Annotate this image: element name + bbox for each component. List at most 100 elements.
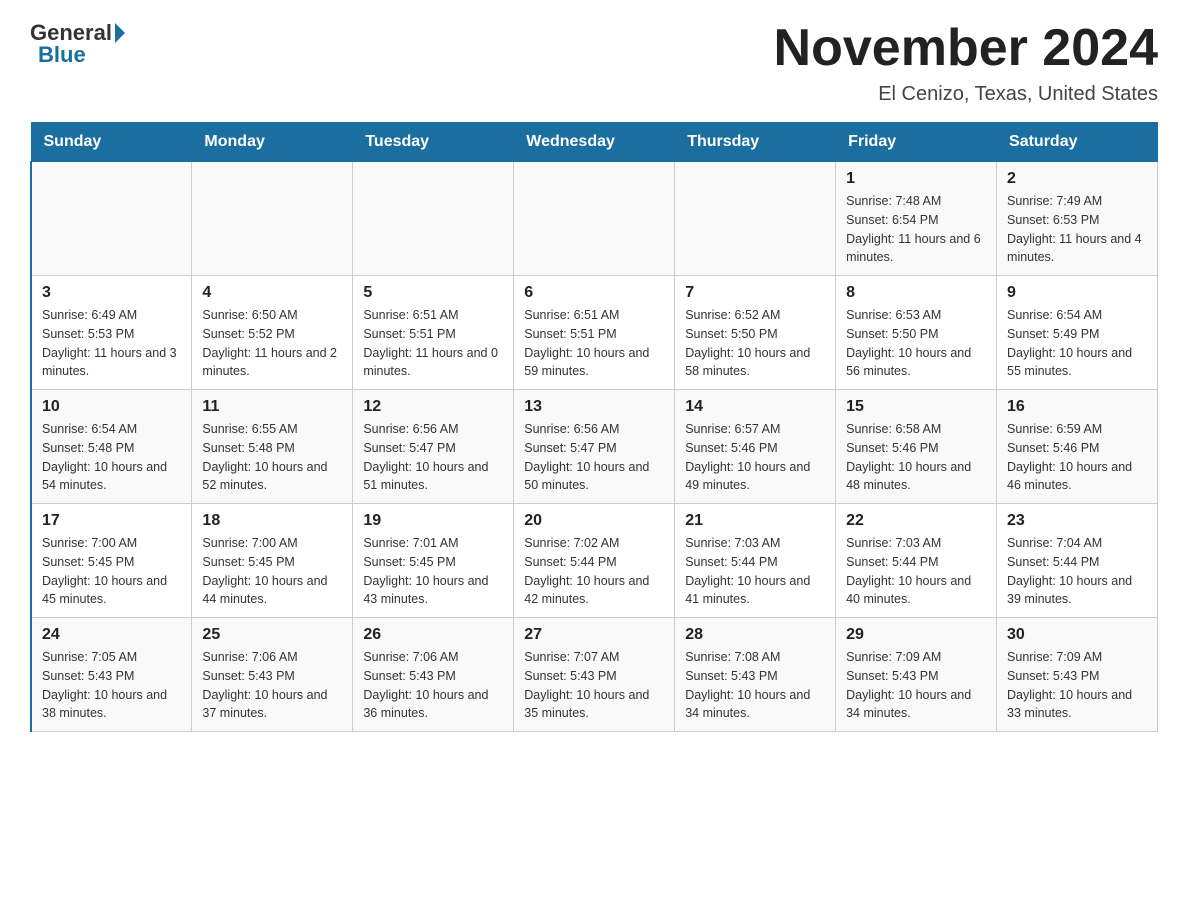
day-number: 10 [42,398,181,416]
day-number: 4 [202,284,342,302]
day-number: 1 [846,170,986,188]
day-info: Sunrise: 6:57 AM Sunset: 5:46 PM Dayligh… [685,420,825,495]
day-number: 11 [202,398,342,416]
day-number: 5 [363,284,503,302]
day-cell: 20 Sunrise: 7:02 AM Sunset: 5:44 PM Dayli… [514,504,675,618]
day-info: Sunrise: 7:05 AM Sunset: 5:43 PM Dayligh… [42,648,181,723]
day-cell [31,162,192,276]
day-number: 7 [685,284,825,302]
day-number: 28 [685,626,825,644]
day-info: Sunrise: 7:09 AM Sunset: 5:43 PM Dayligh… [846,648,986,723]
week-row-2: 3Sunrise: 6:49 AM Sunset: 5:53 PM Daylig… [31,276,1158,390]
day-number: 12 [363,398,503,416]
day-cell: 25Sunrise: 7:06 AM Sunset: 5:43 PM Dayli… [192,618,353,732]
day-cell: 3Sunrise: 6:49 AM Sunset: 5:53 PM Daylig… [31,276,192,390]
day-number: 22 [846,512,986,530]
day-cell: 29 Sunrise: 7:09 AM Sunset: 5:43 PM Dayli… [836,618,997,732]
day-cell: 12 Sunrise: 6:56 AM Sunset: 5:47 PM Dayli… [353,390,514,504]
day-number: 15 [846,398,986,416]
day-info: Sunrise: 7:06 AM Sunset: 5:43 PM Dayligh… [363,648,503,723]
day-cell: 18 Sunrise: 7:00 AM Sunset: 5:45 PM Dayli… [192,504,353,618]
day-number: 6 [524,284,664,302]
weekday-header-monday: Monday [192,123,353,162]
day-cell: 19 Sunrise: 7:01 AM Sunset: 5:45 PM Dayli… [353,504,514,618]
day-cell: 9 Sunrise: 6:54 AM Sunset: 5:49 PM Daylig… [997,276,1158,390]
day-cell: 30 Sunrise: 7:09 AM Sunset: 5:43 PM Dayli… [997,618,1158,732]
day-cell: 17 Sunrise: 7:00 AM Sunset: 5:45 PM Dayli… [31,504,192,618]
day-info: Sunrise: 6:51 AM Sunset: 5:51 PM Dayligh… [363,306,503,381]
day-cell: 21Sunrise: 7:03 AM Sunset: 5:44 PM Dayli… [675,504,836,618]
day-cell: 22 Sunrise: 7:03 AM Sunset: 5:44 PM Dayli… [836,504,997,618]
day-info: Sunrise: 6:55 AM Sunset: 5:48 PM Dayligh… [202,420,342,495]
day-cell: 13 Sunrise: 6:56 AM Sunset: 5:47 PM Dayli… [514,390,675,504]
day-number: 9 [1007,284,1147,302]
day-number: 27 [524,626,664,644]
day-info: Sunrise: 6:59 AM Sunset: 5:46 PM Dayligh… [1007,420,1147,495]
day-number: 20 [524,512,664,530]
day-info: Sunrise: 7:00 AM Sunset: 5:45 PM Dayligh… [202,534,342,609]
day-info: Sunrise: 7:00 AM Sunset: 5:45 PM Dayligh… [42,534,181,609]
day-info: Sunrise: 6:58 AM Sunset: 5:46 PM Dayligh… [846,420,986,495]
day-info: Sunrise: 7:07 AM Sunset: 5:43 PM Dayligh… [524,648,664,723]
day-number: 24 [42,626,181,644]
day-number: 16 [1007,398,1147,416]
day-info: Sunrise: 7:04 AM Sunset: 5:44 PM Dayligh… [1007,534,1147,609]
day-cell: 10 Sunrise: 6:54 AM Sunset: 5:48 PM Dayli… [31,390,192,504]
day-cell: 14 Sunrise: 6:57 AM Sunset: 5:46 PM Dayli… [675,390,836,504]
day-info: Sunrise: 6:53 AM Sunset: 5:50 PM Dayligh… [846,306,986,381]
title-area: November 2024 El Cenizo, Texas, United S… [774,20,1158,106]
day-cell: 11 Sunrise: 6:55 AM Sunset: 5:48 PM Dayli… [192,390,353,504]
day-info: Sunrise: 6:54 AM Sunset: 5:48 PM Dayligh… [42,420,181,495]
day-number: 29 [846,626,986,644]
weekday-header-row: SundayMondayTuesdayWednesdayThursdayFrid… [31,123,1158,162]
day-cell: 24 Sunrise: 7:05 AM Sunset: 5:43 PM Dayli… [31,618,192,732]
day-cell: 23 Sunrise: 7:04 AM Sunset: 5:44 PM Dayli… [997,504,1158,618]
day-number: 23 [1007,512,1147,530]
logo-triangle-icon [115,23,125,43]
day-info: Sunrise: 7:49 AM Sunset: 6:53 PM Dayligh… [1007,192,1147,267]
weekday-header-sunday: Sunday [31,123,192,162]
day-cell: 27 Sunrise: 7:07 AM Sunset: 5:43 PM Dayli… [514,618,675,732]
day-info: Sunrise: 7:08 AM Sunset: 5:43 PM Dayligh… [685,648,825,723]
calendar-table: SundayMondayTuesdayWednesdayThursdayFrid… [30,122,1158,732]
day-number: 19 [363,512,503,530]
day-number: 26 [363,626,503,644]
weekday-header-friday: Friday [836,123,997,162]
day-cell: 7 Sunrise: 6:52 AM Sunset: 5:50 PM Daylig… [675,276,836,390]
day-info: Sunrise: 6:54 AM Sunset: 5:49 PM Dayligh… [1007,306,1147,381]
day-info: Sunrise: 7:01 AM Sunset: 5:45 PM Dayligh… [363,534,503,609]
day-cell: 16 Sunrise: 6:59 AM Sunset: 5:46 PM Dayli… [997,390,1158,504]
day-cell: 6Sunrise: 6:51 AM Sunset: 5:51 PM Daylig… [514,276,675,390]
day-number: 2 [1007,170,1147,188]
month-title: November 2024 [774,20,1158,77]
day-info: Sunrise: 6:49 AM Sunset: 5:53 PM Dayligh… [42,306,181,381]
day-number: 30 [1007,626,1147,644]
day-number: 18 [202,512,342,530]
day-info: Sunrise: 6:50 AM Sunset: 5:52 PM Dayligh… [202,306,342,381]
weekday-header-tuesday: Tuesday [353,123,514,162]
day-cell [514,162,675,276]
day-info: Sunrise: 6:56 AM Sunset: 5:47 PM Dayligh… [363,420,503,495]
day-number: 14 [685,398,825,416]
logo-blue-label: Blue [38,42,86,68]
day-cell [192,162,353,276]
day-info: Sunrise: 7:48 AM Sunset: 6:54 PM Dayligh… [846,192,986,267]
day-cell: 26 Sunrise: 7:06 AM Sunset: 5:43 PM Dayli… [353,618,514,732]
day-number: 25 [202,626,342,644]
week-row-1: 1 Sunrise: 7:48 AM Sunset: 6:54 PM Daylig… [31,162,1158,276]
day-cell: 28 Sunrise: 7:08 AM Sunset: 5:43 PM Dayli… [675,618,836,732]
day-number: 21 [685,512,825,530]
day-info: Sunrise: 7:02 AM Sunset: 5:44 PM Dayligh… [524,534,664,609]
day-number: 17 [42,512,181,530]
day-info: Sunrise: 7:09 AM Sunset: 5:43 PM Dayligh… [1007,648,1147,723]
week-row-5: 24 Sunrise: 7:05 AM Sunset: 5:43 PM Dayli… [31,618,1158,732]
day-number: 13 [524,398,664,416]
day-cell: 2 Sunrise: 7:49 AM Sunset: 6:53 PM Daylig… [997,162,1158,276]
day-info: Sunrise: 7:03 AM Sunset: 5:44 PM Dayligh… [846,534,986,609]
day-info: Sunrise: 6:52 AM Sunset: 5:50 PM Dayligh… [685,306,825,381]
week-row-3: 10 Sunrise: 6:54 AM Sunset: 5:48 PM Dayli… [31,390,1158,504]
location-text: El Cenizo, Texas, United States [774,83,1158,106]
weekday-header-thursday: Thursday [675,123,836,162]
day-cell [675,162,836,276]
day-info: Sunrise: 6:56 AM Sunset: 5:47 PM Dayligh… [524,420,664,495]
